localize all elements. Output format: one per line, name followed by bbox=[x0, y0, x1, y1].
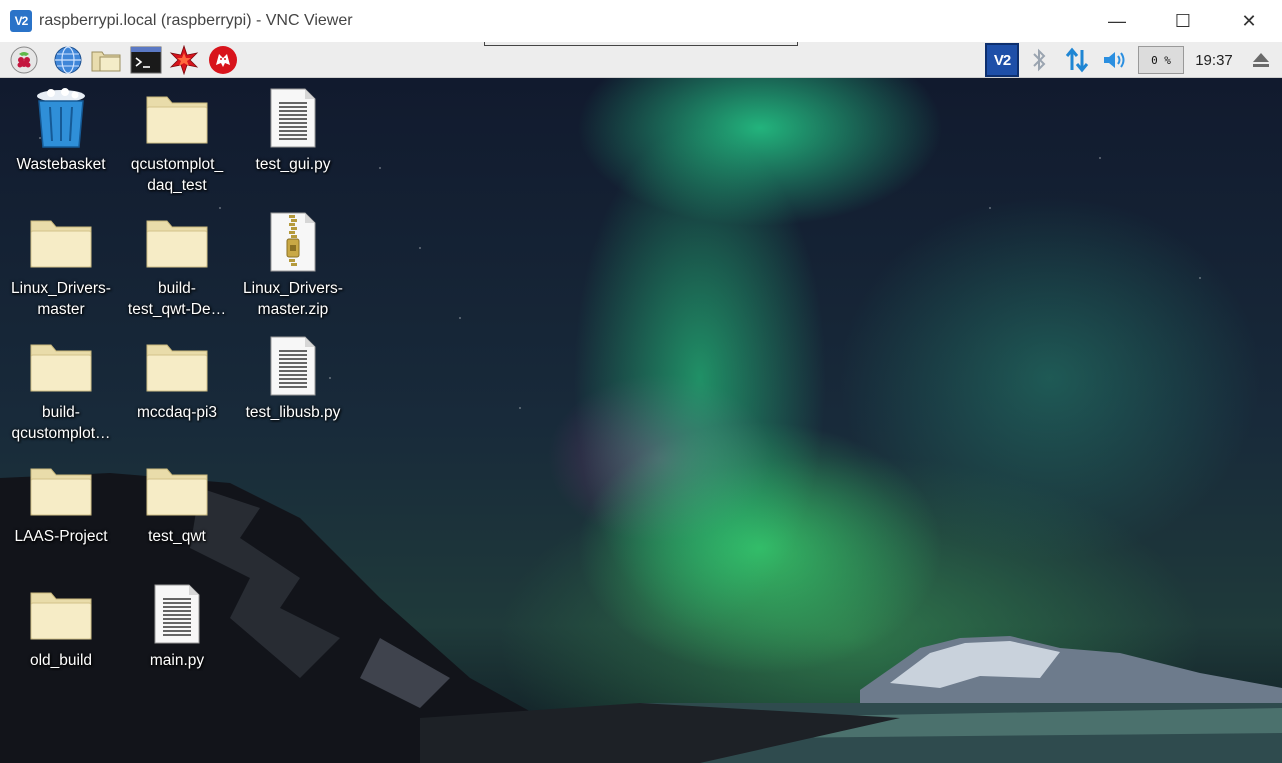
window-title: raspberrypi.local (raspberrypi) - VNC Vi… bbox=[39, 12, 353, 29]
network-button[interactable] bbox=[1062, 44, 1092, 76]
cpu-usage-monitor[interactable]: 0 % bbox=[1138, 46, 1184, 74]
desktop-icon-label: Linux_Drivers- master bbox=[11, 280, 111, 318]
window-titlebar[interactable]: V2 raspberrypi.local (raspberrypi) - VNC… bbox=[0, 0, 1282, 42]
folder-icon bbox=[146, 96, 208, 144]
file-manager-icon bbox=[91, 51, 121, 72]
trash-icon bbox=[37, 88, 85, 148]
desktop-icon-label: LAAS-Project bbox=[14, 528, 108, 545]
vnc-server-tray-button[interactable]: V2 bbox=[985, 43, 1019, 77]
desktop-icon-linux-drivers-master-zip[interactable]: Linux_Drivers- master.zip bbox=[238, 210, 348, 320]
vnc-viewer-app-icon: V2 bbox=[10, 10, 32, 32]
desktop-icon-mccdaq-pi3[interactable]: mccdaq-pi3 bbox=[122, 334, 232, 423]
web-browser-button[interactable] bbox=[52, 44, 84, 76]
close-button[interactable]: ✕ bbox=[1216, 0, 1282, 42]
file-manager-button[interactable] bbox=[90, 44, 122, 76]
desktop-icon-qcustomplot-daq-test[interactable]: qcustomplot_ daq_test bbox=[122, 86, 232, 196]
eject-button[interactable] bbox=[1250, 44, 1272, 76]
desktop-icon-label: test_qwt bbox=[148, 528, 206, 545]
desktop-icon-label: test_gui.py bbox=[255, 156, 331, 173]
wolfram-icon bbox=[209, 46, 237, 74]
web-browser-icon bbox=[54, 46, 82, 74]
desktop-icon-label: build- test_qwt-De… bbox=[127, 280, 227, 318]
desktop-icon-label: old_build bbox=[29, 652, 93, 669]
desktop[interactable]: Wastebasket Linux_Drivers- master build-… bbox=[0, 78, 1282, 763]
clock[interactable]: 19:37 bbox=[1192, 44, 1236, 76]
raspberry-menu-icon bbox=[10, 46, 38, 74]
maximize-button[interactable]: ☐ bbox=[1150, 0, 1216, 42]
top-panel: V2 0 % 19:37 bbox=[0, 42, 1282, 78]
text-file-icon bbox=[154, 584, 200, 644]
volume-button[interactable] bbox=[1100, 44, 1130, 76]
desktop-icon-label: Wastebasket bbox=[16, 156, 106, 173]
desktop-icon-linux-drivers-master[interactable]: Linux_Drivers- master bbox=[6, 210, 116, 320]
mathematica-icon bbox=[169, 45, 199, 75]
folder-icon bbox=[30, 344, 92, 392]
volume-icon bbox=[1104, 52, 1125, 68]
window-controls: — ☐ ✕ bbox=[1084, 0, 1282, 42]
text-file-icon bbox=[270, 336, 316, 396]
folder-icon bbox=[146, 220, 208, 268]
desktop-icon-laas-project[interactable]: LAAS-Project bbox=[6, 458, 116, 547]
desktop-icon-wastebasket[interactable]: Wastebasket bbox=[6, 86, 116, 175]
desktop-icon-build-qcustomplot[interactable]: build- qcustomplot… bbox=[6, 334, 116, 444]
desktop-icon-label: mccdaq-pi3 bbox=[136, 404, 218, 421]
desktop-icon-label: build- qcustomplot… bbox=[11, 404, 111, 442]
minimize-button[interactable]: — bbox=[1084, 0, 1150, 42]
desktop-icon-label: qcustomplot_ daq_test bbox=[130, 156, 224, 194]
desktop-icon-test-gui-py[interactable]: test_gui.py bbox=[238, 86, 348, 175]
desktop-icon-build-test-qwt[interactable]: build- test_qwt-De… bbox=[122, 210, 232, 320]
desktop-icon-label: test_libusb.py bbox=[245, 404, 341, 421]
terminal-button[interactable] bbox=[130, 44, 162, 76]
desktop-icon-test-qwt[interactable]: test_qwt bbox=[122, 458, 232, 547]
terminal-icon bbox=[130, 46, 162, 74]
folder-icon bbox=[30, 592, 92, 640]
desktop-icon-label: Linux_Drivers- master.zip bbox=[243, 280, 343, 318]
desktop-icon-label: main.py bbox=[149, 652, 205, 669]
desktop-icon-main-py[interactable]: main.py bbox=[122, 582, 232, 671]
text-file-icon bbox=[270, 88, 316, 148]
bluetooth-button[interactable] bbox=[1028, 44, 1050, 76]
bluetooth-icon bbox=[1033, 48, 1046, 72]
folder-icon bbox=[146, 344, 208, 392]
mathematica-button[interactable] bbox=[168, 44, 200, 76]
folder-icon bbox=[30, 220, 92, 268]
raspberry-menu-button[interactable] bbox=[8, 44, 40, 76]
desktop-icon-test-libusb-py[interactable]: test_libusb.py bbox=[238, 334, 348, 423]
taskbar-area[interactable] bbox=[484, 42, 798, 46]
zip-archive-icon bbox=[270, 212, 316, 272]
eject-icon bbox=[1253, 53, 1269, 67]
folder-icon bbox=[146, 468, 208, 516]
desktop-icon-old-build[interactable]: old_build bbox=[6, 582, 116, 671]
folder-icon bbox=[30, 468, 92, 516]
network-updown-icon bbox=[1065, 47, 1089, 73]
wolfram-button[interactable] bbox=[207, 44, 239, 76]
